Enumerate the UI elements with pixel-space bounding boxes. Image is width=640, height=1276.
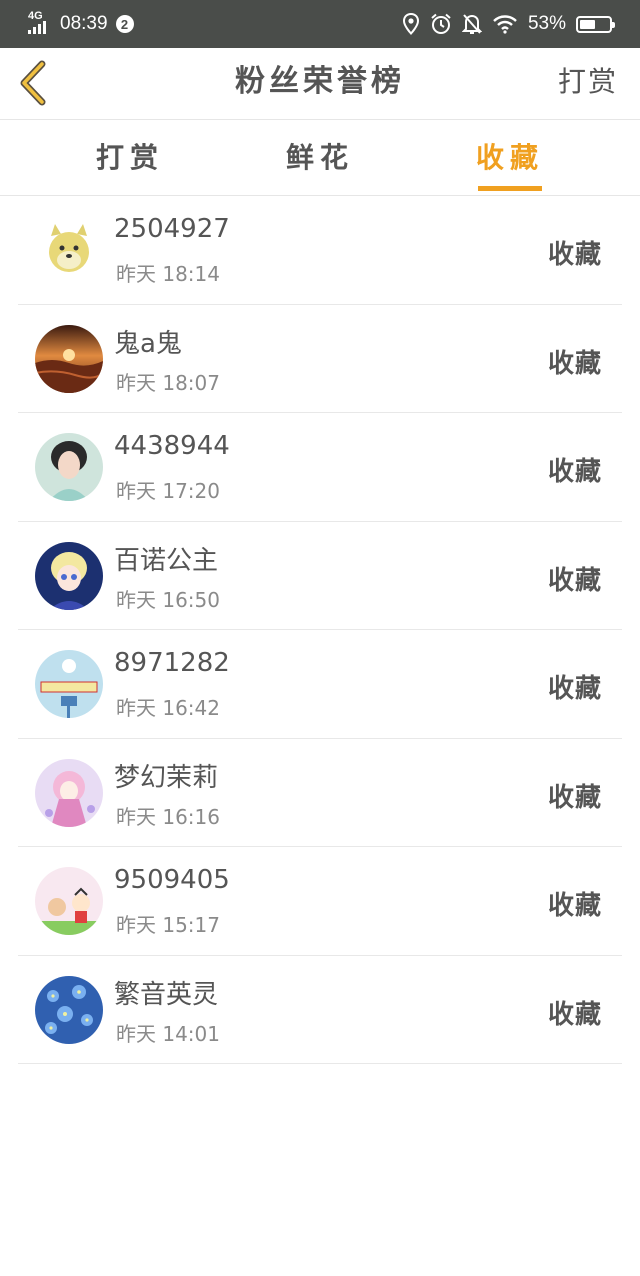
battery-percent: 53%	[527, 13, 566, 34]
wifi-icon	[493, 15, 517, 34]
notification-badge: 2	[115, 15, 134, 33]
list-item[interactable]: 百诺公主 昨天 16:50 收藏	[18, 522, 622, 630]
fan-name: 百诺公主	[114, 545, 219, 576]
pink-anime-avatar	[35, 758, 103, 827]
alarm-icon	[431, 13, 451, 34]
fan-name: 2504927	[114, 214, 230, 244]
tab-flowers[interactable]: 鲜花	[260, 120, 380, 195]
list-item[interactable]: 2504927 昨天 18:14 收藏	[18, 196, 622, 305]
fan-name: 4438944	[114, 431, 230, 461]
girl-portrait-avatar	[35, 433, 103, 501]
fan-name: 8971282	[114, 648, 230, 678]
fan-time: 昨天 17:20	[116, 479, 220, 503]
blue-flowers-avatar	[35, 975, 103, 1044]
fan-name: 9509405	[114, 865, 230, 895]
tab-reward[interactable]: 打赏	[70, 120, 190, 195]
fan-time: 昨天 16:16	[116, 804, 220, 829]
action-tag: 收藏	[547, 565, 602, 596]
fan-name: 繁音英灵	[114, 979, 219, 1010]
list-item[interactable]: 梦幻茉莉 昨天 16:16 收藏	[18, 739, 622, 847]
bell-off-icon	[461, 14, 482, 34]
anime-girl-avatar	[35, 541, 103, 610]
battery-icon	[576, 15, 615, 33]
cellular-signal-icon: 4G	[28, 10, 52, 36]
reward-button[interactable]: 打赏	[558, 48, 618, 120]
tab-label: 打赏	[95, 141, 164, 174]
list-item[interactable]: 4438944 昨天 17:20 收藏	[18, 413, 622, 522]
action-tag: 收藏	[547, 240, 602, 270]
list-item[interactable]: 鬼a鬼 昨天 18:07 收藏	[18, 305, 622, 413]
action-tag: 收藏	[547, 999, 602, 1030]
action-tag: 收藏	[547, 674, 602, 704]
action-tag: 收藏	[547, 782, 602, 813]
list-item[interactable]: 8971282 昨天 16:42 收藏	[18, 630, 622, 739]
fan-time: 昨天 14:01	[116, 1021, 220, 1046]
battery-fill	[580, 19, 595, 29]
navigation-bar: 粉丝荣誉榜 打赏	[0, 48, 640, 120]
list-item[interactable]: 繁音英灵 昨天 14:01 收藏	[18, 956, 622, 1064]
active-tab-indicator	[478, 186, 542, 191]
snowman-sign-avatar	[35, 650, 103, 718]
fan-time: 昨天 16:50	[116, 587, 220, 612]
fan-time: 昨天 16:42	[116, 696, 220, 720]
action-tag: 收藏	[547, 348, 602, 379]
clock: 08:39	[60, 13, 108, 34]
location-icon	[402, 13, 419, 35]
tab-bar: 打赏 鲜花 收藏	[0, 120, 640, 196]
tab-label: 收藏	[475, 141, 544, 174]
fan-time: 昨天 18:07	[116, 370, 220, 395]
action-tag: 收藏	[547, 457, 602, 487]
cartoon-kids-avatar	[35, 867, 103, 935]
fan-time: 昨天 15:17	[116, 913, 220, 937]
fan-name: 鬼a鬼	[114, 328, 182, 359]
status-bar: 4G 08:39 2 53%	[0, 0, 640, 48]
action-tag: 收藏	[547, 891, 602, 921]
tab-favorites[interactable]: 收藏	[450, 120, 570, 195]
page-title: 粉丝荣誉榜	[235, 64, 405, 99]
shiba-dog-avatar	[35, 216, 103, 284]
fan-time: 昨天 18:14	[116, 262, 220, 286]
list-item[interactable]: 9509405 昨天 15:17 收藏	[18, 847, 622, 956]
fan-name: 梦幻茉莉	[114, 762, 219, 793]
sunset-avatar	[35, 324, 103, 393]
fan-list: 2504927 昨天 18:14 收藏 鬼a鬼 昨天 18:07 收藏 4438…	[0, 196, 640, 1064]
tab-label: 鲜花	[285, 141, 354, 174]
